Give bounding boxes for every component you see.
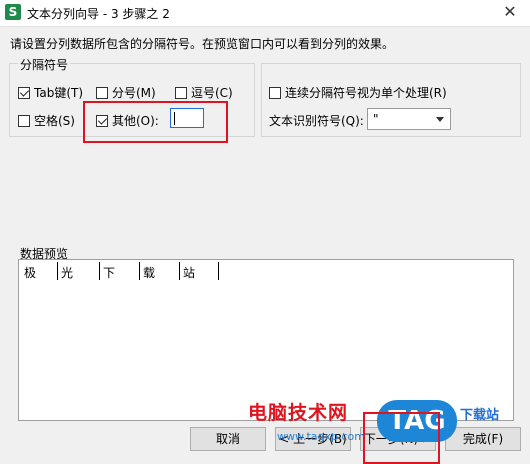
- watermark-side-text: 下载站: [460, 408, 500, 423]
- highlight-other-frame: [83, 101, 228, 143]
- tab-checkbox-label: Tab键(T): [34, 86, 84, 100]
- cancel-button[interactable]: 取消: [190, 427, 266, 451]
- column-separator[interactable]: [57, 262, 58, 280]
- preview-cell: 光: [61, 266, 74, 280]
- comma-checkbox-box[interactable]: [175, 86, 187, 99]
- consecutive-checkbox[interactable]: 连续分隔符号视为单个处理(R): [269, 84, 447, 101]
- consecutive-checkbox-label: 连续分隔符号视为单个处理(R): [285, 86, 447, 100]
- tab-checkbox[interactable]: Tab键(T): [18, 84, 83, 101]
- chevron-down-icon: [436, 117, 444, 122]
- semicolon-checkbox-label: 分号(M): [112, 86, 156, 100]
- comma-checkbox-label: 逗号(C): [191, 86, 233, 100]
- semicolon-checkbox-box[interactable]: [96, 86, 108, 99]
- tab-checkbox-box[interactable]: [18, 86, 30, 99]
- title-bar: S 文本分列向导 - 3 步骤之 2 ✕: [0, 0, 530, 27]
- preview-cell: 下: [103, 266, 116, 280]
- watermark-text: 电脑技术网: [248, 402, 349, 424]
- preview-cell: 站: [183, 266, 196, 280]
- qualifier-value: ": [373, 112, 379, 126]
- qualifier-label: 文本识别符号(Q):: [269, 114, 364, 128]
- instruction-text: 请设置分列数据所包含的分隔符号。在预览窗口内可以看到分列的效果。: [10, 37, 395, 51]
- delimiters-legend: 分隔符号: [18, 56, 71, 73]
- preview-cell: 极: [24, 266, 37, 280]
- semicolon-checkbox[interactable]: 分号(M): [96, 84, 156, 101]
- space-checkbox-label: 空格(S): [34, 114, 75, 128]
- column-separator[interactable]: [99, 262, 100, 280]
- highlight-next-frame: [363, 412, 440, 464]
- watermark-url: www.tagxp.com: [277, 430, 365, 443]
- consecutive-checkbox-box[interactable]: [269, 86, 281, 99]
- finish-button[interactable]: 完成(F): [445, 427, 521, 451]
- qualifier-select[interactable]: ": [367, 108, 451, 130]
- column-separator[interactable]: [179, 262, 180, 280]
- data-preview[interactable]: 极 光 下 载 站: [18, 259, 514, 421]
- column-separator[interactable]: [139, 262, 140, 280]
- space-checkbox[interactable]: 空格(S): [18, 112, 75, 129]
- column-separator[interactable]: [218, 262, 219, 280]
- comma-checkbox[interactable]: 逗号(C): [175, 84, 233, 101]
- preview-cell: 载: [143, 266, 156, 280]
- space-checkbox-box[interactable]: [18, 114, 30, 127]
- app-icon: S: [5, 4, 21, 20]
- window-title: 文本分列向导 - 3 步骤之 2: [27, 7, 170, 21]
- close-icon[interactable]: ✕: [500, 2, 520, 22]
